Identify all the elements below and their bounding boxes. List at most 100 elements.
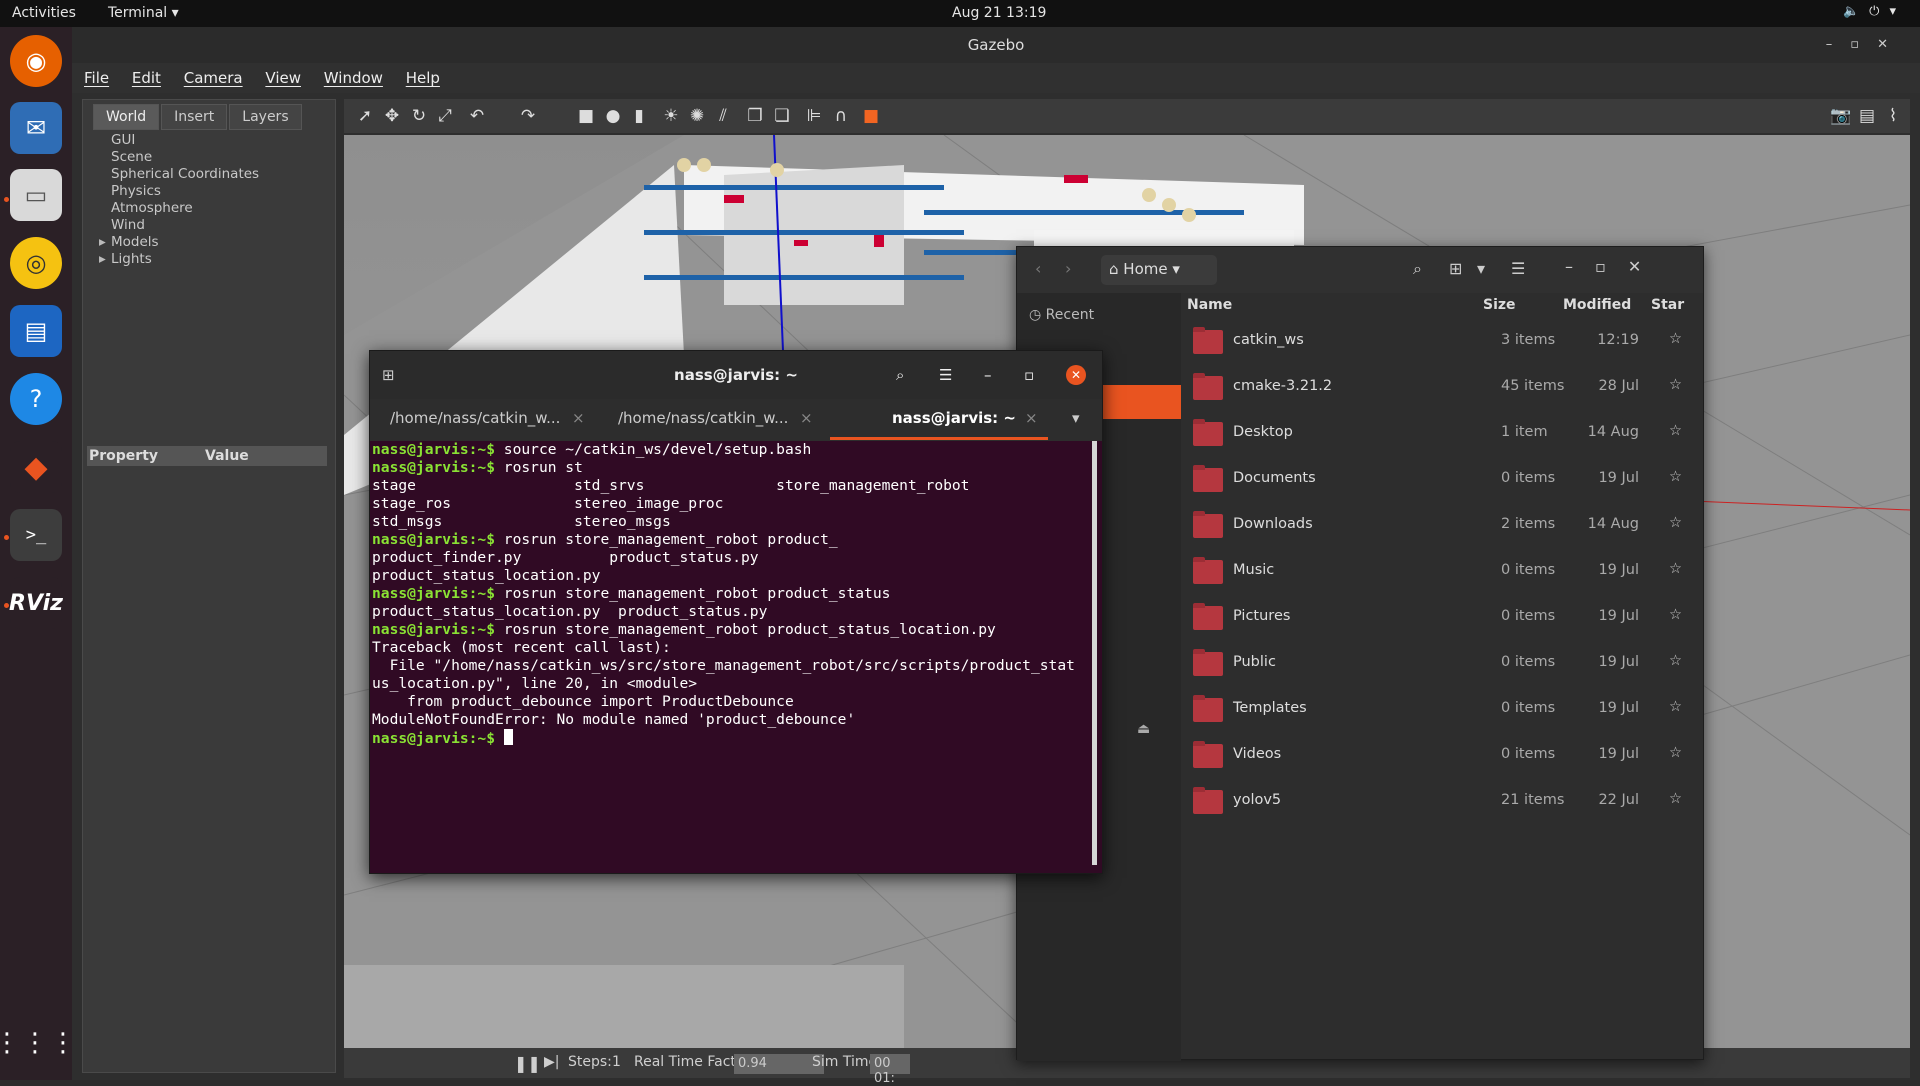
tab-close-icon[interactable]: × <box>800 409 813 427</box>
terminal-tab-1[interactable]: /home/nass/catkin_w... <box>390 409 560 427</box>
menu-icon[interactable]: ☰ <box>1511 259 1525 278</box>
menu-edit[interactable]: Edit <box>132 63 161 93</box>
undo-icon[interactable]: ↶ <box>466 106 488 126</box>
snap-icon[interactable]: ∩ <box>830 106 852 126</box>
software-icon[interactable]: ◆ <box>10 441 62 493</box>
cylinder-icon[interactable]: ▮ <box>628 106 650 126</box>
box-icon[interactable]: ■ <box>575 106 597 126</box>
star-icon[interactable]: ☆ <box>1669 561 1682 577</box>
col-star[interactable]: Star <box>1651 297 1684 313</box>
tree-item[interactable]: Scene <box>111 149 259 166</box>
search-icon[interactable]: ⌕ <box>1413 259 1422 279</box>
pause-icon[interactable]: ❚❚ <box>514 1054 541 1073</box>
forward-icon[interactable]: › <box>1065 259 1071 278</box>
translate-icon[interactable]: ✥ <box>381 106 403 126</box>
plot-icon[interactable]: ⌇ <box>1882 106 1904 126</box>
col-modified[interactable]: Modified <box>1563 297 1631 313</box>
view-options-icon[interactable]: ▾ <box>1477 259 1485 278</box>
star-icon[interactable]: ☆ <box>1669 791 1682 807</box>
files-icon[interactable]: ▭ <box>10 169 62 221</box>
star-icon[interactable]: ☆ <box>1669 423 1682 439</box>
shape-icon[interactable]: ■ <box>860 106 882 126</box>
tree-item[interactable]: Atmosphere <box>111 200 259 217</box>
file-row[interactable]: Templates 0 items 19 Jul ☆ <box>1181 687 1705 733</box>
file-row[interactable]: yolov5 21 items 22 Jul ☆ <box>1181 779 1705 825</box>
sphere-icon[interactable]: ● <box>602 106 624 126</box>
file-row[interactable]: Downloads 2 items 14 Aug ☆ <box>1181 503 1705 549</box>
directional-light-icon[interactable]: ⫽ <box>712 106 734 126</box>
rviz-icon[interactable]: RViz <box>9 577 63 629</box>
star-icon[interactable]: ☆ <box>1669 699 1682 715</box>
tab-insert[interactable]: Insert <box>161 104 228 130</box>
file-row[interactable]: cmake-3.21.2 45 items 28 Jul ☆ <box>1181 365 1705 411</box>
tree-item[interactable]: GUI <box>111 132 259 149</box>
file-row[interactable]: Desktop 1 item 14 Aug ☆ <box>1181 411 1705 457</box>
terminal-tab-3[interactable]: nass@jarvis: ~ <box>892 409 1016 427</box>
tab-world[interactable]: World <box>93 104 160 130</box>
sidebar-recent[interactable]: ◷ Recent <box>1029 307 1094 323</box>
search-icon[interactable]: ⌕ <box>896 351 904 399</box>
view-grid-icon[interactable]: ⊞ <box>1449 259 1462 278</box>
star-icon[interactable]: ☆ <box>1669 607 1682 623</box>
file-row[interactable]: Documents 0 items 19 Jul ☆ <box>1181 457 1705 503</box>
help-icon[interactable]: ? <box>10 373 62 425</box>
terminal-output[interactable]: nass@jarvis:~$ source ~/catkin_ws/devel/… <box>372 441 1092 748</box>
activities-button[interactable]: Activities <box>12 5 76 21</box>
terminal-icon[interactable]: >_ <box>10 509 62 561</box>
tree-item[interactable]: Physics <box>111 183 259 200</box>
eject-icon[interactable]: ⏏ <box>1137 721 1150 737</box>
menu-view[interactable]: View <box>265 63 301 93</box>
rotate-icon[interactable]: ↻ <box>408 106 430 126</box>
menu-camera[interactable]: Camera <box>184 63 243 93</box>
point-light-icon[interactable]: ☀ <box>660 106 682 126</box>
file-row[interactable]: Pictures 0 items 19 Jul ☆ <box>1181 595 1705 641</box>
screenshot-icon[interactable]: 📷 <box>1830 106 1852 126</box>
steps-value[interactable]: 1 <box>612 1054 621 1070</box>
system-tray[interactable]: 🔈⏻▾ <box>1843 4 1906 19</box>
rhythmbox-icon[interactable]: ◎ <box>10 237 62 289</box>
star-icon[interactable]: ☆ <box>1669 515 1682 531</box>
log-icon[interactable]: ▤ <box>1856 106 1878 126</box>
star-icon[interactable]: ☆ <box>1669 331 1682 347</box>
maximize-icon[interactable]: ▫ <box>1024 351 1034 399</box>
file-row[interactable]: Music 0 items 19 Jul ☆ <box>1181 549 1705 595</box>
paste-icon[interactable]: ❏ <box>771 106 793 126</box>
select-icon[interactable]: ➚ <box>354 106 376 126</box>
tree-item-models[interactable]: Models <box>99 234 259 251</box>
tree-item[interactable]: Spherical Coordinates <box>111 166 259 183</box>
terminal-tab-2[interactable]: /home/nass/catkin_w... <box>618 409 788 427</box>
tree-item[interactable]: Wind <box>111 217 259 234</box>
file-row[interactable]: Videos 0 items 19 Jul ☆ <box>1181 733 1705 779</box>
writer-icon[interactable]: ▤ <box>10 305 62 357</box>
tab-close-icon[interactable]: × <box>1025 409 1038 427</box>
close-icon[interactable]: ✕ <box>1066 365 1086 385</box>
tab-close-icon[interactable]: × <box>572 409 585 427</box>
menu-icon[interactable]: ☰ <box>939 351 952 399</box>
back-icon[interactable]: ‹ <box>1035 259 1041 278</box>
redo-icon[interactable]: ↷ <box>517 106 539 126</box>
menu-file[interactable]: File <box>84 63 109 93</box>
app-grid-icon[interactable]: ⋮⋮⋮ <box>0 1017 76 1069</box>
clock[interactable]: Aug 21 13:19 <box>952 5 1046 21</box>
new-tab-icon[interactable]: ⊞ <box>382 351 395 399</box>
terminal-scrollbar[interactable] <box>1092 441 1097 865</box>
minimize-icon[interactable]: – <box>984 351 992 399</box>
file-row[interactable]: catkin_ws 3 items 12:19 ☆ <box>1181 319 1705 365</box>
app-menu[interactable]: Terminal ▾ <box>108 5 179 21</box>
file-row[interactable]: Public 0 items 19 Jul ☆ <box>1181 641 1705 687</box>
copy-icon[interactable]: ❐ <box>744 106 766 126</box>
star-icon[interactable]: ☆ <box>1669 653 1682 669</box>
firefox-icon[interactable]: ◉ <box>10 35 62 87</box>
path-bar[interactable]: ⌂ Home ▾ <box>1101 255 1217 285</box>
col-name[interactable]: Name <box>1187 297 1232 313</box>
align-icon[interactable]: ⊫ <box>803 106 825 126</box>
thunderbird-icon[interactable]: ✉ <box>10 102 62 154</box>
star-icon[interactable]: ☆ <box>1669 377 1682 393</box>
step-icon[interactable]: ▶| <box>544 1054 559 1070</box>
tab-layers[interactable]: Layers <box>229 104 302 130</box>
spot-light-icon[interactable]: ✺ <box>686 106 708 126</box>
col-size[interactable]: Size <box>1483 297 1516 313</box>
tab-list-icon[interactable]: ▾ <box>1072 409 1080 427</box>
window-controls[interactable]: –▫✕ <box>1826 27 1906 63</box>
tree-item-lights[interactable]: Lights <box>99 251 259 268</box>
